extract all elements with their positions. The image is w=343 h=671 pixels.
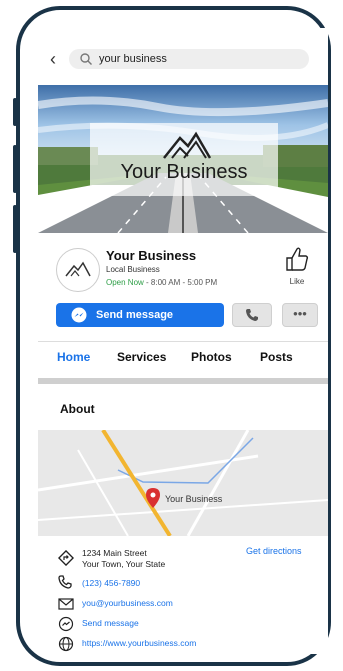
phone-icon [246,309,258,321]
tab-bar: Home Services Photos Posts [38,350,328,370]
send-message-label: Send message [96,309,174,321]
email-link[interactable]: you@yourbusiness.com [82,598,173,608]
avatar[interactable] [56,248,100,292]
side-button [13,98,17,126]
website-link[interactable]: https://www.yourbusiness.com [82,638,196,648]
map-pin-icon [146,488,160,508]
phone-link[interactable]: (123) 456-7890 [82,578,140,588]
map-pin-label: Your Business [165,494,223,504]
business-name: Your Business [106,248,197,263]
more-options-button[interactable]: ••• [282,303,318,327]
search-icon [80,53,92,65]
send-message-link[interactable]: Send message [82,618,139,628]
tab-services[interactable]: Services [117,350,166,364]
globe-icon [58,636,74,652]
search-query: your business [99,53,167,65]
tab-home[interactable]: Home [57,350,90,364]
send-message-button[interactable]: Send message [56,303,224,327]
business-hours: Open Now - 8:00 AM - 5:00 PM [106,278,217,287]
open-status: Open Now [106,278,144,287]
back-arrow-icon[interactable]: ‹ [50,48,56,70]
get-directions-link[interactable]: Get directions [246,546,302,556]
volume-up-button [13,145,17,193]
email-icon [58,598,74,610]
messenger-icon [71,307,87,323]
business-category: Local Business [106,265,160,274]
like-label: Like [289,277,305,286]
search-bar-row: ‹ your business [38,48,328,70]
map-view[interactable] [38,430,328,536]
volume-down-button [13,205,17,253]
cover-title: Your Business [120,161,248,183]
tab-photos[interactable]: Photos [191,350,232,364]
messenger-icon [58,616,74,632]
app-screen: ‹ your business Your Business Your Busin… [38,28,328,654]
map-streets [38,430,328,536]
cover-photo: Your Business [38,85,328,233]
tab-posts[interactable]: Posts [260,350,293,364]
phone-icon [58,575,72,589]
address-line-1: 1234 Main Street [82,548,147,558]
search-input[interactable]: your business [69,49,309,69]
hours-range: - 8:00 AM - 5:00 PM [143,278,218,287]
cover-title-box: Your Business [90,123,278,196]
directions-icon [58,550,74,566]
mountain-logo-icon [163,131,212,159]
section-separator [38,378,328,384]
about-heading: About [60,402,95,416]
mountain-logo-icon [65,261,91,277]
call-button[interactable] [232,303,272,327]
thumbs-up-icon [286,247,309,271]
like-button[interactable] [284,246,310,277]
address-line-2: Your Town, Your State [82,559,166,569]
divider [38,341,328,342]
